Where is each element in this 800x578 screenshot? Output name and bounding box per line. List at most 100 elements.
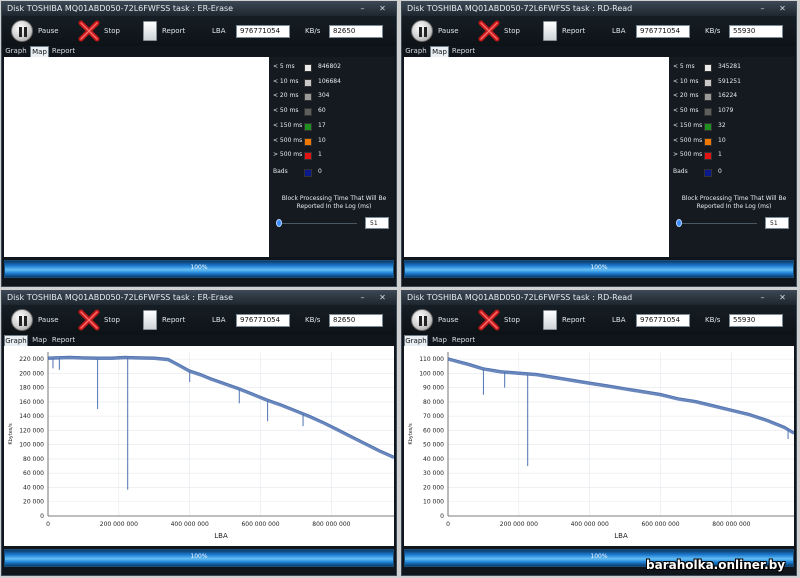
tab-graph[interactable]: Graph xyxy=(4,46,28,57)
legend-swatch xyxy=(704,152,712,161)
lba-field[interactable]: 976771054 xyxy=(636,314,690,327)
stop-icon[interactable] xyxy=(78,20,100,42)
legend-label: < 50 ms xyxy=(273,107,299,115)
window-title: Disk TOSHIBA MQ01ABD050-72L6FWFSS task :… xyxy=(407,4,633,13)
pause-button-label[interactable]: Pause xyxy=(38,27,59,35)
kbs-field[interactable]: 82650 xyxy=(329,314,383,327)
window-controls: – ✕ xyxy=(753,4,793,14)
x-tick-label: 600 000 000 xyxy=(241,521,279,528)
toolbar: Pause Stop Report LBA 976771054 KB/s 55930 xyxy=(402,305,796,335)
report-button-label[interactable]: Report xyxy=(162,27,185,35)
x-tick-label: 400 000 000 xyxy=(571,521,609,528)
x-tick-label: 400 000 000 xyxy=(171,521,209,528)
stop-button-label[interactable]: Stop xyxy=(504,316,520,324)
lba-field[interactable]: 976771054 xyxy=(636,25,690,38)
tab-graph[interactable]: Graph xyxy=(404,46,428,57)
minimize-button[interactable]: – xyxy=(757,293,768,302)
tab-map[interactable]: Map xyxy=(30,335,49,346)
close-button[interactable]: ✕ xyxy=(777,4,788,13)
lba-label: LBA xyxy=(612,27,626,35)
kbs-label: KB/s xyxy=(305,27,321,35)
threshold-slider-thumb[interactable] xyxy=(276,219,282,227)
stop-button-label[interactable]: Stop xyxy=(104,316,120,324)
threshold-slider[interactable] xyxy=(279,223,357,224)
report-icon[interactable] xyxy=(543,21,557,41)
minimize-button[interactable]: – xyxy=(357,293,368,302)
pause-icon[interactable] xyxy=(411,309,433,331)
pause-button-label[interactable]: Pause xyxy=(38,316,59,324)
title-bar: Disk TOSHIBA MQ01ABD050-72L6FWFSS task :… xyxy=(2,291,396,305)
threshold-value-field[interactable]: 51 xyxy=(765,217,789,229)
pause-icon[interactable] xyxy=(411,20,433,42)
kbs-field[interactable]: 55930 xyxy=(729,25,783,38)
stop-button-label[interactable]: Stop xyxy=(504,27,520,35)
kbs-label: KB/s xyxy=(705,27,721,35)
tab-graph[interactable]: Graph xyxy=(4,335,28,346)
minimize-button[interactable]: – xyxy=(357,4,368,13)
lba-field[interactable]: 976771054 xyxy=(236,25,290,38)
threshold-value-field[interactable]: 51 xyxy=(365,217,389,229)
legend-row: Bads 0 xyxy=(669,167,794,179)
window-title: Disk TOSHIBA MQ01ABD050-72L6FWFSS task :… xyxy=(7,4,234,13)
legend-swatch xyxy=(304,122,312,131)
tab-map[interactable]: Map xyxy=(430,335,449,346)
report-button-label[interactable]: Report xyxy=(562,316,585,324)
y-tick-label: 60 000 xyxy=(423,427,444,434)
legend-count: 0 xyxy=(718,168,722,175)
close-button[interactable]: ✕ xyxy=(377,4,388,13)
stop-icon[interactable] xyxy=(478,20,500,42)
close-button[interactable]: ✕ xyxy=(377,293,388,302)
lba-field[interactable]: 976771054 xyxy=(236,314,290,327)
tab-report[interactable]: Report xyxy=(451,46,476,57)
stop-icon[interactable] xyxy=(78,309,100,331)
close-button[interactable]: ✕ xyxy=(777,293,788,302)
legend-row: > 500 ms 1 xyxy=(669,150,794,162)
kbs-field[interactable]: 55930 xyxy=(729,314,783,327)
tab-report[interactable]: Report xyxy=(451,335,476,346)
speed-graph: 0 20 000 40 000 60 000 80 000 100 000 120 000 1… xyxy=(8,352,394,540)
y-axis-label: Kbytes/s xyxy=(408,423,414,445)
legend-count: 1 xyxy=(718,151,722,159)
legend-label: < 10 ms xyxy=(273,77,299,85)
legend-label: Bads xyxy=(273,168,288,175)
window-controls: – ✕ xyxy=(353,293,393,303)
x-tick-label: 600 000 000 xyxy=(641,521,679,528)
progress-text: 100% xyxy=(590,264,608,271)
y-tick-label: 180 000 xyxy=(19,385,44,392)
legend-count: 591251 xyxy=(718,77,741,85)
pause-icon[interactable] xyxy=(11,20,33,42)
tab-graph[interactable]: Graph xyxy=(404,335,428,346)
minimize-button[interactable]: – xyxy=(757,4,768,13)
legend-label: < 500 ms xyxy=(673,136,703,144)
pause-button-label[interactable]: Pause xyxy=(438,316,459,324)
window-title: Disk TOSHIBA MQ01ABD050-72L6FWFSS task :… xyxy=(407,293,633,302)
report-icon[interactable] xyxy=(143,21,157,41)
report-icon[interactable] xyxy=(143,310,157,330)
report-button-label[interactable]: Report xyxy=(162,316,185,324)
legend-swatch xyxy=(304,78,312,87)
report-button-label[interactable]: Report xyxy=(562,27,585,35)
threshold-slider-thumb[interactable] xyxy=(676,219,682,227)
legend-label: < 5 ms xyxy=(673,63,695,70)
pause-icon[interactable] xyxy=(11,309,33,331)
threshold-slider[interactable] xyxy=(679,223,757,224)
stop-icon[interactable] xyxy=(478,309,500,331)
title-bar: Disk TOSHIBA MQ01ABD050-72L6FWFSS task :… xyxy=(2,2,396,16)
tab-map[interactable]: Map xyxy=(430,46,449,57)
tab-report[interactable]: Report xyxy=(51,46,76,57)
x-tick-label: 200 000 000 xyxy=(100,521,138,528)
stop-button-label[interactable]: Stop xyxy=(104,27,120,35)
report-icon[interactable] xyxy=(543,310,557,330)
y-tick-label: 100 000 xyxy=(419,370,444,377)
kbs-field[interactable]: 82650 xyxy=(329,25,383,38)
window-controls: – ✕ xyxy=(353,4,393,14)
legend-count: 10 xyxy=(718,136,726,144)
pause-button-label[interactable]: Pause xyxy=(438,27,459,35)
legend-row: Bads 0 xyxy=(269,167,394,179)
legend-count: 304 xyxy=(318,92,330,100)
tab-map[interactable]: Map xyxy=(30,46,49,57)
x-tick-label: 800 000 000 xyxy=(312,521,350,528)
hdd-test-window: Disk TOSHIBA MQ01ABD050-72L6FWFSS task :… xyxy=(401,290,797,576)
tab-report[interactable]: Report xyxy=(51,335,76,346)
y-tick-label: 90 000 xyxy=(423,385,444,392)
